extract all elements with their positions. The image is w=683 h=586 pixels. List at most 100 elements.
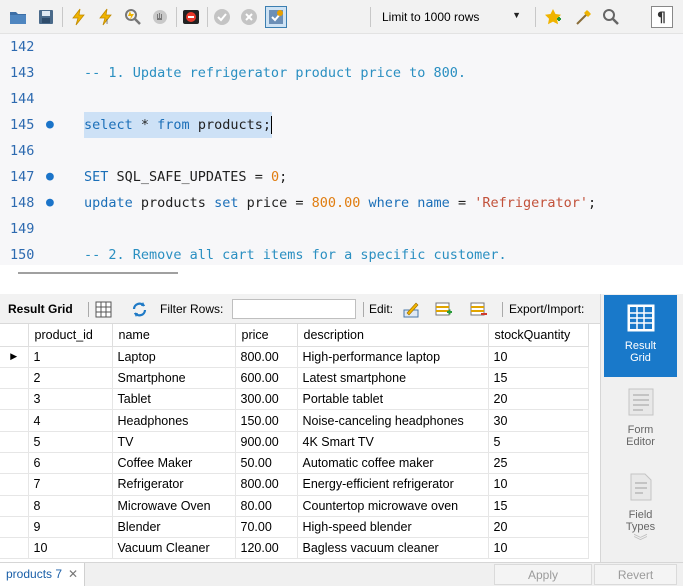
table-cell-stockQuantity[interactable]: 15 [487,494,589,517]
result-tab-products[interactable]: products 7 ✕ [0,563,86,586]
save-icon[interactable] [35,6,57,28]
table-cell-description[interactable]: High-speed blender [296,515,489,539]
current-row-indicator-icon[interactable]: ▶ [0,345,29,368]
result-grid[interactable]: product_id name price description stockQ… [0,324,600,562]
table-cell-price[interactable]: 50.00 [234,451,298,475]
result-grid-tab[interactable]: Result Grid [8,294,73,324]
column-header[interactable]: name [111,324,236,347]
table-row[interactable]: 2 Smartphone 600.00 Latest smartphone 15 [0,366,589,390]
result-grid-button[interactable]: Result Grid [604,295,677,377]
open-folder-icon[interactable] [7,6,29,28]
delete-row-icon[interactable] [470,301,487,318]
beautify-icon[interactable] [573,6,595,28]
refresh-icon[interactable] [131,301,148,318]
table-cell-name[interactable]: Laptop [111,345,236,368]
table-cell-name[interactable]: Refrigerator [111,473,236,496]
table-cell-name[interactable]: Coffee Maker [111,451,236,475]
table-cell-description[interactable]: 4K Smart TV [296,430,489,453]
row-header[interactable] [0,430,29,453]
table-cell-price[interactable]: 300.00 [234,388,298,411]
table-cell-product_id[interactable]: 8 [27,494,113,517]
table-cell-product_id[interactable]: 3 [27,388,113,411]
table-cell-product_id[interactable]: 2 [27,366,113,390]
column-header[interactable]: price [234,324,298,347]
column-header[interactable]: description [296,324,489,347]
table-row[interactable]: 6 Coffee Maker 50.00 Automatic coffee maker… [0,451,589,475]
row-header[interactable] [0,537,29,560]
table-cell-price[interactable]: 70.00 [234,515,298,539]
table-cell-description[interactable]: Portable tablet [296,388,489,411]
row-header[interactable] [0,451,29,475]
form-editor-button[interactable]: Form Editor [604,379,677,461]
table-cell-price[interactable]: 150.00 [234,409,298,432]
table-cell-stockQuantity[interactable]: 20 [487,388,589,411]
table-cell-name[interactable]: Vacuum Cleaner [111,537,236,560]
row-header[interactable] [0,366,29,390]
table-row[interactable]: 10 Vacuum Cleaner 120.00 Bagless vacuum cle… [0,537,589,560]
table-cell-product_id[interactable]: 10 [27,537,113,560]
row-header[interactable] [0,388,29,411]
table-cell-description[interactable]: Latest smartphone [296,366,489,390]
table-cell-stockQuantity[interactable]: 5 [487,430,589,453]
find-icon[interactable] [600,6,622,28]
revert-button[interactable]: Revert [594,564,677,585]
table-cell-description[interactable]: Automatic coffee maker [296,451,489,475]
row-header[interactable] [0,409,29,432]
table-cell-description[interactable]: Countertop microwave oven [296,494,489,517]
export-import-label[interactable]: Export/Import: [509,294,584,324]
row-header[interactable] [0,494,29,517]
table-cell-stockQuantity[interactable]: 15 [487,366,589,390]
close-icon[interactable]: ✕ [68,567,78,581]
column-header[interactable]: product_id [27,324,113,347]
table-cell-name[interactable]: Tablet [111,388,236,411]
table-cell-product_id[interactable]: 1 [27,345,113,368]
invisible-chars-icon[interactable]: ¶ [651,6,673,28]
table-cell-description[interactable]: Energy-efficient refrigerator [296,473,489,496]
table-row[interactable]: 9 Blender 70.00 High-speed blender 20 [0,515,589,539]
table-cell-product_id[interactable]: 9 [27,515,113,539]
table-cell-price[interactable]: 120.00 [234,537,298,560]
table-cell-name[interactable]: Blender [111,515,236,539]
field-types-button[interactable]: Field Types ︾ [604,464,677,548]
table-row[interactable]: ▶ 1 Laptop 800.00 High-performance laptop 10 [0,345,589,368]
table-cell-stockQuantity[interactable]: 25 [487,451,589,475]
table-cell-name[interactable]: Smartphone [111,366,236,390]
table-cell-stockQuantity[interactable]: 20 [487,515,589,539]
chevron-down-icon[interactable]: ︾ [604,534,677,548]
table-cell-stockQuantity[interactable]: 10 [487,537,589,560]
table-row[interactable]: 8 Microwave Oven 80.00 Countertop microwave… [0,494,589,517]
stop-icon[interactable] [149,6,171,28]
table-cell-product_id[interactable]: 6 [27,451,113,475]
table-cell-stockQuantity[interactable]: 30 [487,409,589,432]
row-header[interactable] [0,473,29,496]
table-cell-product_id[interactable]: 7 [27,473,113,496]
execute-icon[interactable] [68,6,90,28]
limit-rows-select[interactable]: Limit to 1000 rows ▼ [377,6,527,28]
table-cell-price[interactable]: 600.00 [234,366,298,390]
table-cell-stockQuantity[interactable]: 10 [487,473,589,496]
toggle-error-icon[interactable] [180,6,202,28]
table-cell-price[interactable]: 800.00 [234,345,298,368]
table-cell-price[interactable]: 800.00 [234,473,298,496]
edit-row-icon[interactable] [403,301,420,318]
table-cell-name[interactable]: Microwave Oven [111,494,236,517]
commit-icon[interactable] [211,6,233,28]
table-cell-description[interactable]: Bagless vacuum cleaner [296,537,489,560]
sql-editor[interactable]: 142 143 -- 1. Update refrigerator produc… [0,34,683,265]
table-row[interactable]: 7 Refrigerator 800.00 Energy-efficient refr… [0,473,589,496]
table-cell-product_id[interactable]: 5 [27,430,113,453]
grid-view-icon[interactable] [95,301,112,318]
column-header[interactable]: stockQuantity [487,324,589,347]
table-cell-price[interactable]: 900.00 [234,430,298,453]
editor-horizontal-scrollbar[interactable] [18,272,178,274]
table-cell-name[interactable]: Headphones [111,409,236,432]
explain-icon[interactable] [122,6,144,28]
filter-rows-input[interactable] [232,299,356,319]
table-row[interactable]: 5 TV 900.00 4K Smart TV 5 [0,430,589,453]
execute-selection-icon[interactable]: I [95,6,117,28]
table-cell-description[interactable]: High-performance laptop [296,345,489,368]
apply-button[interactable]: Apply [494,564,592,585]
rollback-icon[interactable] [238,6,260,28]
table-cell-name[interactable]: TV [111,430,236,453]
add-snippet-icon[interactable] [542,6,564,28]
